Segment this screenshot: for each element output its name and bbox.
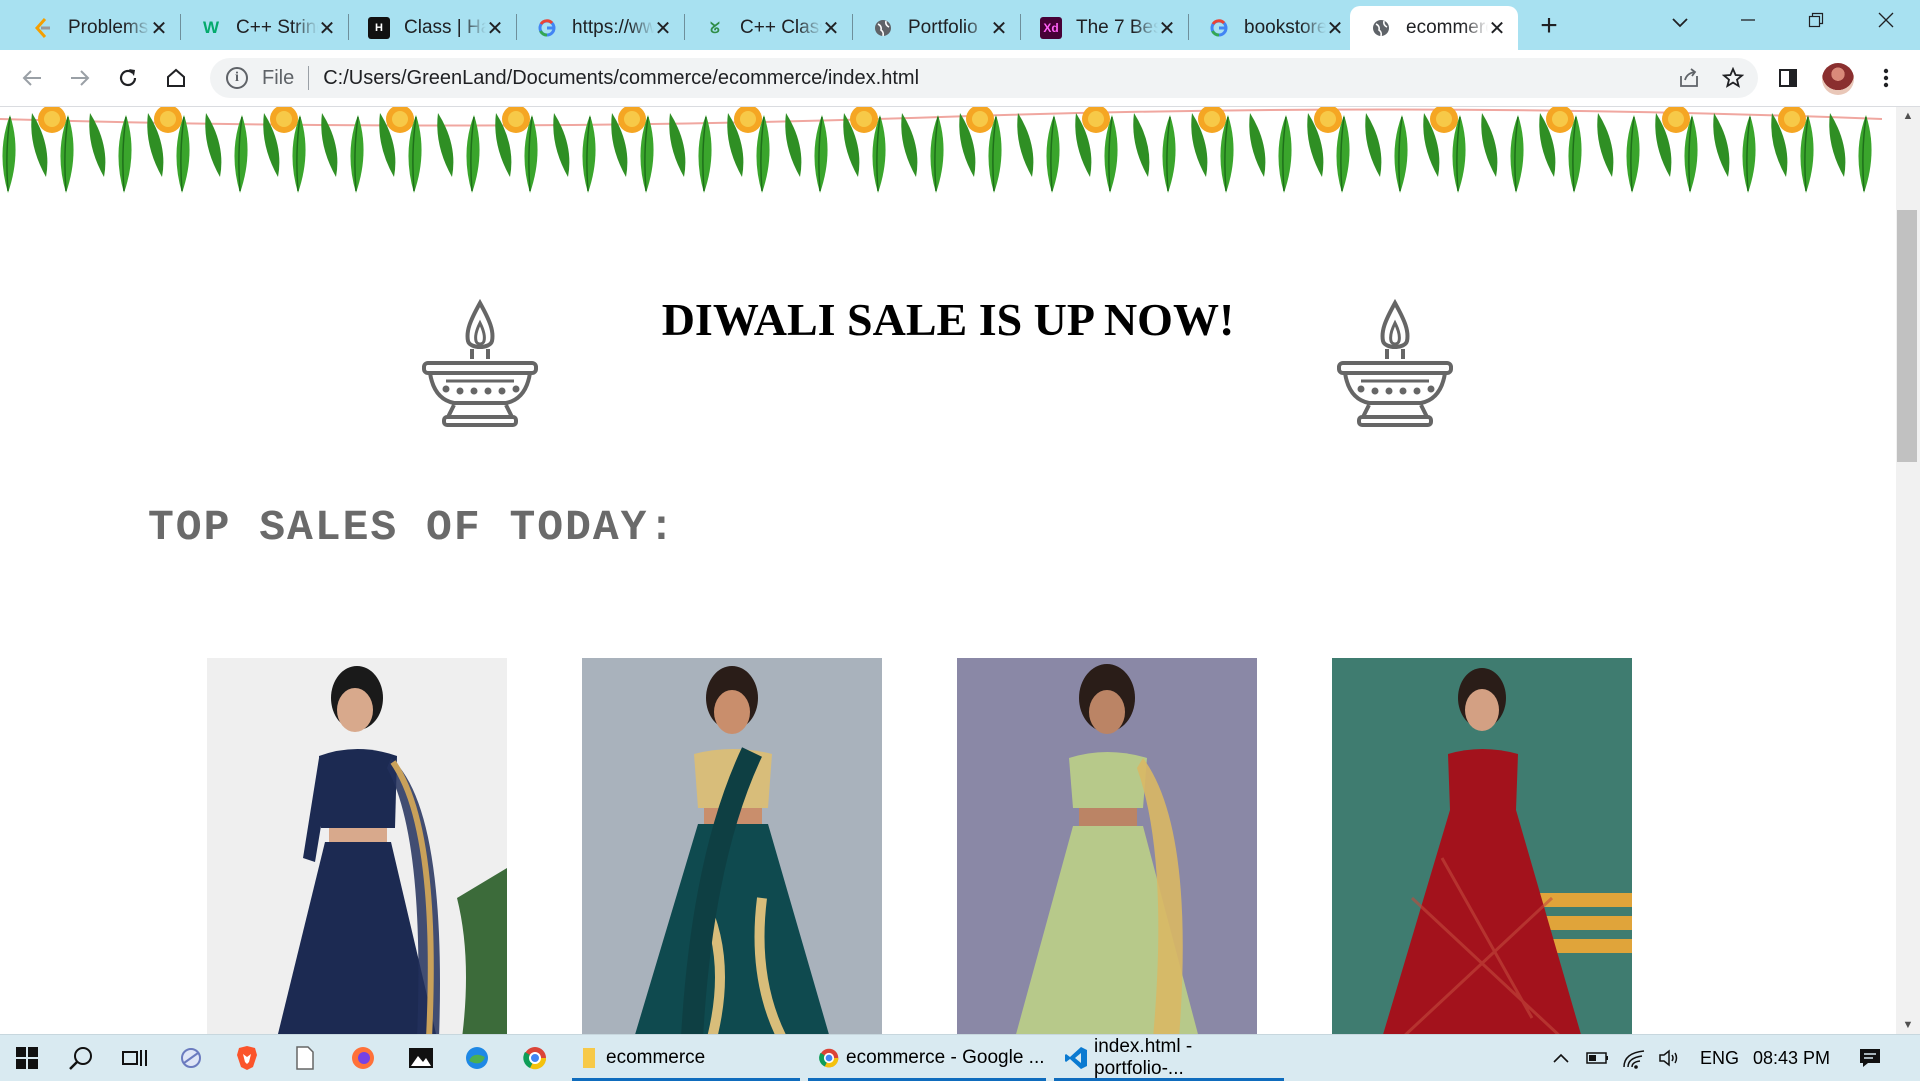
profile-avatar[interactable] (1822, 63, 1854, 95)
chrome-icon (818, 1047, 840, 1069)
scrollbar-thumb[interactable] (1897, 210, 1917, 462)
input-language-indicator[interactable]: ENG (1700, 1035, 1739, 1081)
photos-icon[interactable] (396, 1035, 446, 1081)
tab-title: https://www (572, 17, 654, 38)
tab-title: ecommerce (1406, 17, 1488, 38)
tab-title: Problems (68, 17, 149, 38)
taskbar-app-label: index.html - portfolio-... (1094, 1036, 1193, 1079)
browser-toolbar: i File C:/Users/GreenLand/Documents/comm… (0, 50, 1920, 107)
page-headline: DIWALI SALE IS UP NOW! (661, 294, 1235, 345)
vscode-icon (1064, 1046, 1088, 1070)
close-icon[interactable]: ✕ (822, 16, 840, 41)
share-icon[interactable] (1678, 67, 1700, 89)
globe-icon (872, 17, 894, 39)
tab-cpp-classes[interactable]: ᘜ C++ Classes ✕ (684, 6, 852, 50)
taskbar-app-label: ecommerce - Google ... (846, 1047, 1045, 1068)
close-icon[interactable]: ✕ (1488, 16, 1506, 41)
marigold-garland-banner (0, 107, 1882, 193)
close-icon[interactable]: ✕ (486, 16, 504, 41)
url-text[interactable]: C:/Users/GreenLand/Documents/commerce/ec… (323, 67, 1678, 90)
forward-arrow-icon[interactable] (62, 60, 98, 96)
home-icon[interactable] (158, 60, 194, 96)
taskbar-app-file-explorer[interactable]: ecommerce (572, 1035, 800, 1081)
close-icon[interactable]: ✕ (990, 16, 1008, 41)
tab-title: bookstore (1244, 17, 1326, 38)
address-bar[interactable]: i File C:/Users/GreenLand/Documents/comm… (210, 58, 1758, 98)
new-tab-button[interactable]: + (1530, 8, 1568, 44)
tab-title: Portfolio (908, 17, 978, 38)
minimize-icon[interactable] (1728, 2, 1768, 42)
scroll-down-arrow-icon[interactable]: ▼ (1896, 1016, 1920, 1034)
tab-strip: Problems ✕ W C++ String ✕ H Class | Hack… (0, 0, 1920, 50)
tab-problems[interactable]: Problems ✕ (12, 6, 180, 50)
notification-center-icon[interactable] (1858, 1035, 1882, 1081)
adobe-xd-icon: Xd (1040, 17, 1062, 39)
tab-title: The 7 Best (1076, 17, 1158, 38)
tab-ecommerce[interactable]: ecommerce ✕ (1350, 6, 1518, 50)
product-image-red-lehenga[interactable] (1332, 658, 1632, 1034)
menu-kebab-icon[interactable] (1868, 60, 1904, 96)
page-viewport: DIWALI SALE IS UP NOW! TOP SALES OF TODA… (0, 107, 1896, 1034)
close-icon[interactable]: ✕ (318, 16, 336, 41)
omnibox-divider (308, 66, 310, 90)
tab-class-hackerrank[interactable]: H Class | HackerRank ✕ (348, 6, 516, 50)
chrome-icon[interactable] (510, 1035, 560, 1081)
hackerrank-icon: H (368, 17, 390, 39)
battery-icon[interactable] (1586, 1035, 1610, 1081)
scheme-label: File (262, 66, 295, 89)
tab-bookstore[interactable]: bookstore ✕ (1188, 6, 1356, 50)
side-panel-icon[interactable] (1770, 60, 1806, 96)
brave-browser-icon[interactable] (222, 1035, 272, 1081)
task-view-icon[interactable] (110, 1035, 160, 1081)
w3schools-icon: W (202, 18, 220, 37)
pinned-app-icon[interactable] (166, 1035, 216, 1081)
section-title: TOP SALES OF TODAY: (148, 503, 677, 552)
globe-icon (1370, 17, 1392, 39)
close-icon[interactable]: ✕ (1326, 16, 1344, 41)
firefox-icon[interactable] (338, 1035, 388, 1081)
file-explorer-icon (582, 1047, 596, 1069)
tab-portfolio[interactable]: Portfolio ✕ (852, 6, 1020, 50)
info-icon[interactable]: i (226, 67, 248, 89)
bookmark-star-icon[interactable] (1722, 67, 1744, 89)
leetcode-icon (32, 17, 54, 39)
show-hidden-icons-chevron-up-icon[interactable] (1552, 1035, 1570, 1081)
close-icon[interactable]: ✕ (654, 16, 672, 41)
system-clock[interactable]: 08:43 PM (1753, 1035, 1830, 1081)
close-window-icon[interactable] (1866, 2, 1906, 42)
tab-title: Class | HackerRank (404, 17, 486, 38)
notepad-icon[interactable] (280, 1035, 330, 1081)
wifi-icon[interactable] (1622, 1035, 1646, 1081)
scroll-up-arrow-icon[interactable]: ▲ (1896, 107, 1920, 125)
windows-start-icon[interactable] (2, 1035, 52, 1081)
taskbar-app-chrome[interactable]: ecommerce - Google ... (808, 1035, 1046, 1081)
reload-icon[interactable] (110, 60, 146, 96)
tab-title: C++ Classes (740, 17, 822, 38)
volume-icon[interactable] (1658, 1035, 1682, 1081)
product-image-navy-lehenga[interactable] (207, 658, 507, 1034)
windows-taskbar: ecommerce ecommerce - Google ... index.h… (0, 1034, 1920, 1081)
geeksforgeeks-icon: ᘜ (710, 19, 720, 37)
restore-icon[interactable] (1796, 2, 1836, 42)
edge-icon[interactable] (452, 1035, 502, 1081)
google-icon (536, 17, 558, 39)
taskbar-app-vscode[interactable]: index.html - portfolio-... (1054, 1035, 1284, 1081)
diya-lamp-icon (1337, 299, 1453, 427)
google-icon (1208, 17, 1230, 39)
tab-the-7-best[interactable]: Xd The 7 Best ✕ (1020, 6, 1188, 50)
tab-cpp-string[interactable]: W C++ String ✕ (180, 6, 348, 50)
close-icon[interactable]: ✕ (1158, 16, 1176, 41)
tab-title: C++ String (236, 17, 318, 38)
product-image-green-lehenga[interactable] (957, 658, 1257, 1034)
back-arrow-icon[interactable] (14, 60, 50, 96)
close-icon[interactable]: ✕ (150, 16, 168, 41)
taskbar-app-label: ecommerce (606, 1047, 706, 1068)
tab-https[interactable]: https://www ✕ (516, 6, 684, 50)
product-image-teal-lehenga[interactable] (582, 658, 882, 1034)
tab-search-chevron-down-icon[interactable] (1660, 2, 1700, 42)
search-icon[interactable] (56, 1035, 106, 1081)
